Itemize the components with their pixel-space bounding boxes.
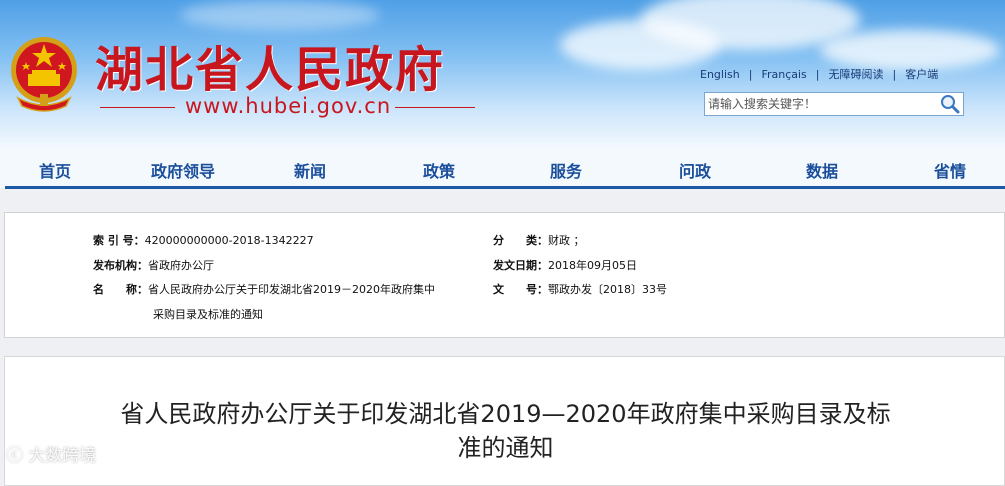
link-separator: | — [815, 68, 820, 81]
url-divider-right — [395, 107, 475, 108]
search-box — [704, 92, 964, 116]
meta-value: 420000000000-2018-1342227 — [144, 234, 314, 247]
link-separator: | — [748, 68, 753, 81]
article-title-line: 准的通知 — [457, 434, 554, 462]
article-panel: 省人民政府办公厅关于印发湖北省2019—2020年政府集中采购目录及标 准的通知 — [4, 356, 1005, 486]
site-url[interactable]: www.hubei.gov.cn — [185, 94, 391, 118]
meta-value: 采购目录及标准的通知 — [153, 308, 263, 321]
nav-underline — [5, 186, 1005, 189]
nav-news[interactable]: 新闻 — [294, 158, 326, 182]
main-nav: 首页 政府领导 新闻 政策 服务 问政 数据 省情 — [0, 148, 1005, 188]
site-header: 湖北省人民政府 www.hubei.gov.cn English | Françai… — [0, 0, 1005, 148]
meta-value: 省人民政府办公厅关于印发湖北省2019－2020年政府集中 — [148, 283, 435, 296]
meta-label: 发布机构： — [93, 259, 148, 272]
top-links: English | Français | 无障碍阅读 | 客户端 — [700, 66, 938, 82]
meta-category-row: 分 类：财政 ； — [493, 232, 585, 248]
meta-publisher-row: 发布机构：省政府办公厅 — [93, 257, 214, 273]
meta-index-row: 索 引 号：420000000000-2018-1342227 — [93, 232, 314, 248]
nav-province-info[interactable]: 省情 — [934, 158, 966, 182]
search-input[interactable] — [705, 93, 936, 115]
meta-date-row: 发文日期：2018年09月05日 — [493, 257, 637, 273]
nav-data[interactable]: 数据 — [806, 158, 838, 182]
meta-label: 文 号： — [493, 283, 548, 296]
link-accessibility[interactable]: 无障碍阅读 — [829, 68, 884, 81]
meta-label: 发文日期： — [493, 259, 548, 272]
article-title-line: 省人民政府办公厅关于印发湖北省2019—2020年政府集中采购目录及标 — [120, 400, 891, 428]
nav-policy[interactable]: 政策 — [423, 158, 455, 182]
meta-value: 省政府办公厅 — [148, 259, 214, 272]
link-francais[interactable]: Français — [761, 68, 806, 81]
search-icon[interactable] — [939, 94, 961, 114]
national-emblem-icon — [11, 37, 77, 112]
watermark: ⓒ 大数跨境 — [6, 441, 96, 466]
meta-label: 名 称： — [93, 283, 148, 296]
link-mobile-client[interactable]: 客户端 — [905, 68, 938, 81]
meta-value: 鄂政办发〔2018〕33号 — [548, 283, 667, 296]
meta-label: 索 引 号： — [93, 234, 145, 247]
watermark-text: 大数跨境 — [28, 446, 97, 466]
link-separator: | — [892, 68, 897, 81]
link-english[interactable]: English — [700, 68, 740, 81]
meta-docno-row: 文 号：鄂政办发〔2018〕33号 — [493, 281, 667, 297]
document-metadata: 索 引 号：420000000000-2018-1342227 分 类：财政 ；… — [4, 212, 1005, 338]
url-divider-left — [100, 107, 175, 108]
meta-value: 财政 ； — [548, 234, 585, 247]
nav-leaders[interactable]: 政府领导 — [151, 158, 215, 182]
meta-name-row-continued: 采购目录及标准的通知 — [153, 306, 263, 322]
meta-label: 分 类： — [493, 234, 548, 247]
nav-home[interactable]: 首页 — [39, 158, 71, 182]
meta-value: 2018年09月05日 — [548, 259, 637, 272]
nav-services[interactable]: 服务 — [550, 158, 582, 182]
watermark-logo-icon: ⓒ — [6, 446, 23, 466]
nav-inquiry[interactable]: 问政 — [679, 158, 711, 182]
site-title[interactable]: 湖北省人民政府 — [95, 30, 445, 100]
article-title: 省人民政府办公厅关于印发湖北省2019—2020年政府集中采购目录及标 准的通知 — [5, 397, 1005, 465]
meta-name-row: 名 称：省人民政府办公厅关于印发湖北省2019－2020年政府集中 — [93, 281, 435, 297]
